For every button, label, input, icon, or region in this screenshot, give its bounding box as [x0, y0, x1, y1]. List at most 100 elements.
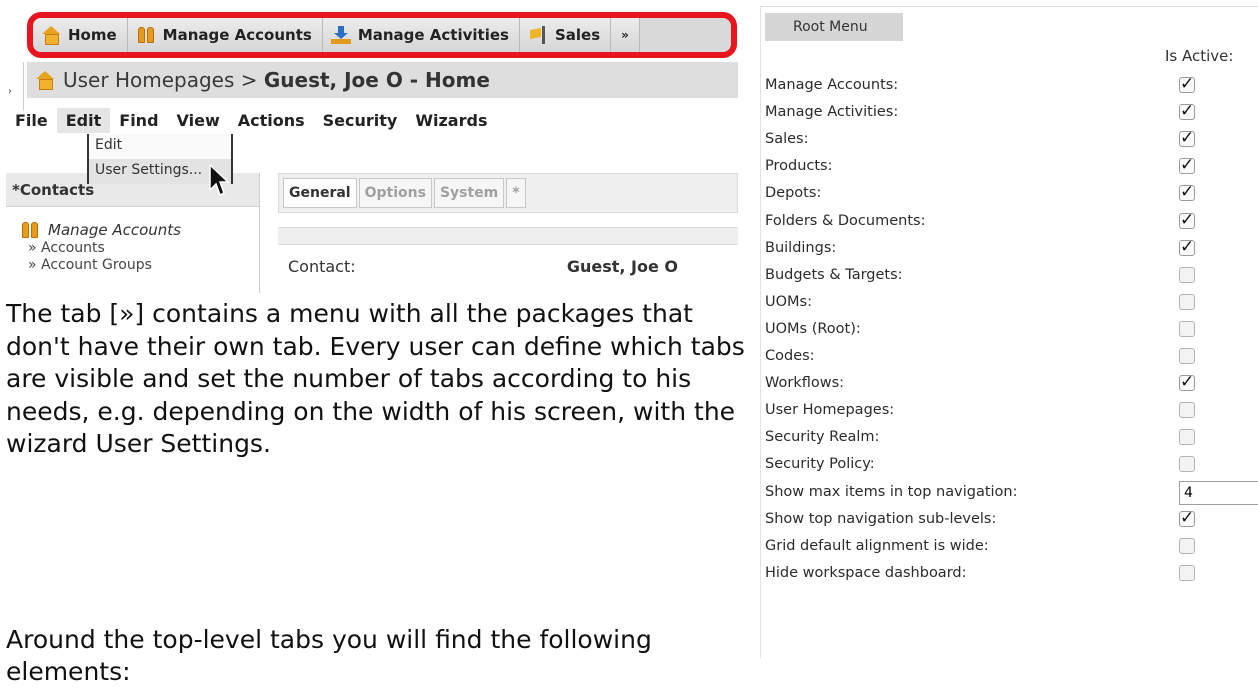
tab-manage-accounts-label: Manage Accounts	[162, 26, 312, 44]
tab-manage-activities-label: Manage Activities	[357, 26, 509, 44]
menu-view[interactable]: View	[168, 108, 229, 133]
tab-system[interactable]: System	[433, 178, 505, 208]
settings-row: Show max items in top navigation:	[765, 480, 1258, 507]
settings-row-label: Manage Accounts:	[765, 77, 899, 93]
tab-home[interactable]: Home	[33, 18, 128, 52]
checkbox-unchecked[interactable]	[1179, 266, 1195, 283]
tab-sales[interactable]: Sales	[519, 18, 612, 52]
settings-row-label: Grid default alignment is wide:	[765, 537, 989, 554]
checkbox-unchecked[interactable]	[1179, 564, 1195, 581]
settings-row-label: Manage Activities:	[765, 104, 899, 121]
checkbox-checked[interactable]: ✓	[1179, 76, 1195, 93]
breadcrumb: User Homepages > Guest, Joe O - Home	[27, 62, 738, 98]
settings-row-label: Products:	[765, 158, 833, 175]
settings-row: Workflows: ✓	[765, 371, 1255, 398]
checkbox-checked[interactable]: ✓	[1179, 211, 1195, 229]
settings-row: User Homepages:	[765, 398, 1255, 425]
tab-manage-accounts[interactable]: Manage Accounts	[127, 18, 323, 52]
checkbox-unchecked[interactable]	[1179, 320, 1195, 337]
menu-edit[interactable]: Edit	[56, 108, 111, 133]
settings-row-label: Depots:	[765, 185, 822, 202]
contact-value[interactable]: Guest, Joe O	[567, 257, 678, 276]
checkbox-checked[interactable]: ✓	[1179, 238, 1195, 256]
contact-label: Contact:	[288, 257, 356, 276]
checkbox-unchecked[interactable]	[1179, 537, 1195, 554]
link-accounts[interactable]: » Accounts	[6, 239, 259, 256]
checkbox-unchecked[interactable]	[1179, 348, 1195, 364]
checkbox-unchecked[interactable]	[1179, 456, 1195, 473]
settings-row-label: Hide workspace dashboard:	[765, 564, 967, 581]
activities-icon	[330, 26, 351, 44]
settings-row: Depots: ✓	[765, 181, 1255, 208]
home-icon	[35, 71, 55, 90]
sidebar-toggle[interactable]: ›	[0, 62, 24, 110]
settings-row: Buildings: ✓	[765, 236, 1255, 263]
checkbox-checked[interactable]: ✓	[1179, 157, 1195, 175]
tab-home-label: Home	[68, 26, 117, 44]
settings-row-label: Workflows:	[765, 375, 845, 392]
section-label: Manage Accounts	[48, 221, 181, 239]
settings-row: Security Policy:	[765, 452, 1255, 479]
description-paragraph: The tab [»] contains a menu with all the…	[6, 299, 745, 458]
settings-row-label: Show top navigation sub-levels:	[765, 510, 997, 527]
sales-flag-icon	[528, 26, 548, 44]
root-menu-settings: Root Menu Is Active: Manage Accounts: ✓ Ma…	[760, 6, 1258, 658]
settings-row: Products: ✓	[765, 154, 1255, 181]
settings-row: Manage Activities: ✓	[765, 100, 1255, 127]
contact-row: Contact: Guest, Joe O	[278, 245, 738, 276]
settings-row: Manage Accounts: ✓	[765, 73, 1255, 100]
tab-sales-label: Sales	[554, 26, 601, 44]
detail-tabs: General Options System *	[278, 173, 738, 213]
settings-row-label: UOMs:	[765, 293, 812, 310]
menu-security[interactable]: Security	[314, 108, 407, 133]
checkbox-checked[interactable]: ✓	[1179, 184, 1195, 202]
menu-file[interactable]: File	[6, 108, 57, 133]
settings-row-label: User Homepages:	[765, 402, 895, 419]
tab-more-details[interactable]: *	[506, 178, 526, 208]
settings-row: Codes:	[765, 344, 1255, 371]
breadcrumb-path[interactable]: User Homepages >	[63, 68, 264, 92]
menu-find[interactable]: Find	[110, 108, 167, 133]
divider	[278, 227, 738, 245]
breadcrumb-current: Guest, Joe O - Home	[263, 68, 490, 92]
checkbox-checked[interactable]: ✓	[1179, 130, 1195, 148]
settings-row-label: Budgets & Targets:	[765, 266, 903, 283]
settings-row: Budgets & Targets:	[765, 263, 1255, 290]
tab-general[interactable]: General	[283, 178, 357, 208]
detail-panel: General Options System * Contact: Guest,…	[278, 173, 738, 283]
checkbox-checked[interactable]: ✓	[1179, 509, 1195, 527]
tab-manage-activities[interactable]: Manage Activities	[322, 18, 520, 52]
more-tab-label: »	[621, 28, 629, 42]
settings-row-label: UOMs (Root):	[765, 320, 861, 337]
settings-row: Sales: ✓	[765, 127, 1255, 154]
settings-row-label: Buildings:	[765, 239, 837, 256]
checkbox-checked[interactable]: ✓	[1179, 374, 1195, 392]
checkbox-unchecked[interactable]	[1179, 293, 1195, 310]
people-icon	[20, 221, 40, 239]
checkbox-unchecked[interactable]	[1179, 429, 1195, 446]
menu-wizards[interactable]: Wizards	[406, 108, 496, 133]
chevron-right-icon: ›	[8, 86, 12, 97]
checkbox-unchecked[interactable]	[1179, 402, 1195, 419]
max-items-input[interactable]	[1179, 480, 1258, 505]
home-icon	[41, 26, 61, 45]
checkbox-checked[interactable]: ✓	[1179, 103, 1195, 121]
menu-actions[interactable]: Actions	[229, 108, 314, 133]
settings-row: Security Realm:	[765, 425, 1255, 452]
manage-accounts-section[interactable]: Manage Accounts	[6, 207, 259, 239]
settings-row: UOMs (Root):	[765, 317, 1255, 344]
root-menu-title: Root Menu	[765, 13, 903, 41]
settings-row-label: Security Policy:	[765, 456, 875, 473]
tab-more[interactable]: »	[611, 18, 640, 52]
link-account-groups[interactable]: » Account Groups	[6, 256, 259, 273]
settings-row: Hide workspace dashboard:	[765, 561, 1255, 588]
tab-options[interactable]: Options	[358, 178, 432, 208]
settings-row: Grid default alignment is wide:	[765, 534, 1255, 561]
settings-row: UOMs:	[765, 290, 1255, 317]
settings-row-label: Folders & Documents:	[765, 212, 926, 229]
menu-bar: File Edit Find View Actions Security Wiz…	[6, 108, 496, 133]
settings-row-label: Show max items in top navigation:	[765, 483, 1018, 500]
dropdown-item-edit[interactable]: Edit	[89, 134, 231, 159]
top-tab-bar: Home Manage Accounts Manage Activities S…	[27, 12, 737, 58]
settings-row: Folders & Documents: ✓	[765, 209, 1255, 236]
